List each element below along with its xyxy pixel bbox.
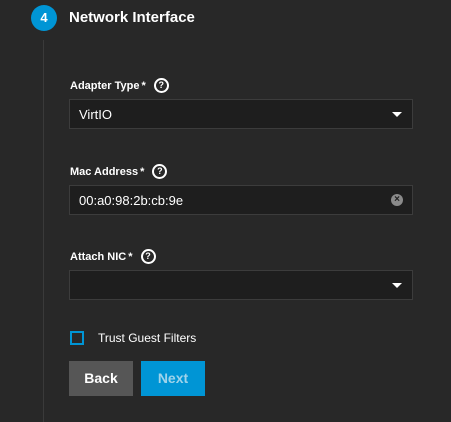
trust-guest-filters-row[interactable]: Trust Guest Filters <box>70 331 196 345</box>
step-title: Network Interface <box>69 9 195 26</box>
trust-guest-filters-checkbox[interactable] <box>70 331 84 345</box>
step-header: 4 Network Interface <box>0 0 451 38</box>
adapter-type-value: VirtIO <box>79 107 112 122</box>
adapter-type-label-text: Adapter Type <box>70 79 140 92</box>
attach-nic-label: Attach NIC * ? <box>70 249 156 264</box>
mac-address-label: Mac Address * ? <box>70 164 168 179</box>
mac-address-label-text: Mac Address <box>70 165 139 178</box>
required-marker: * <box>128 250 133 263</box>
chevron-down-icon <box>392 112 402 117</box>
attach-nic-label-text: Attach NIC <box>70 250 127 263</box>
attach-nic-select[interactable] <box>69 270 413 300</box>
help-icon[interactable]: ? <box>140 249 156 264</box>
adapter-type-select[interactable]: VirtIO <box>69 99 413 129</box>
trust-guest-filters-label: Trust Guest Filters <box>98 331 197 345</box>
mac-address-value: 00:a0:98:2b:cb:9e <box>79 193 184 208</box>
required-marker: * <box>140 165 145 178</box>
help-icon[interactable]: ? <box>153 78 169 93</box>
help-icon[interactable]: ? <box>152 164 168 179</box>
mac-address-input[interactable]: 00:a0:98:2b:cb:9e × <box>69 185 413 215</box>
clear-icon[interactable]: × <box>391 194 403 206</box>
chevron-down-icon <box>392 283 402 288</box>
step-number-badge: 4 <box>31 5 57 31</box>
stepper-rail <box>43 40 44 422</box>
required-marker: * <box>141 79 146 92</box>
next-button[interactable]: Next <box>141 361 205 396</box>
adapter-type-label: Adapter Type * ? <box>70 78 169 93</box>
back-button[interactable]: Back <box>69 361 133 396</box>
